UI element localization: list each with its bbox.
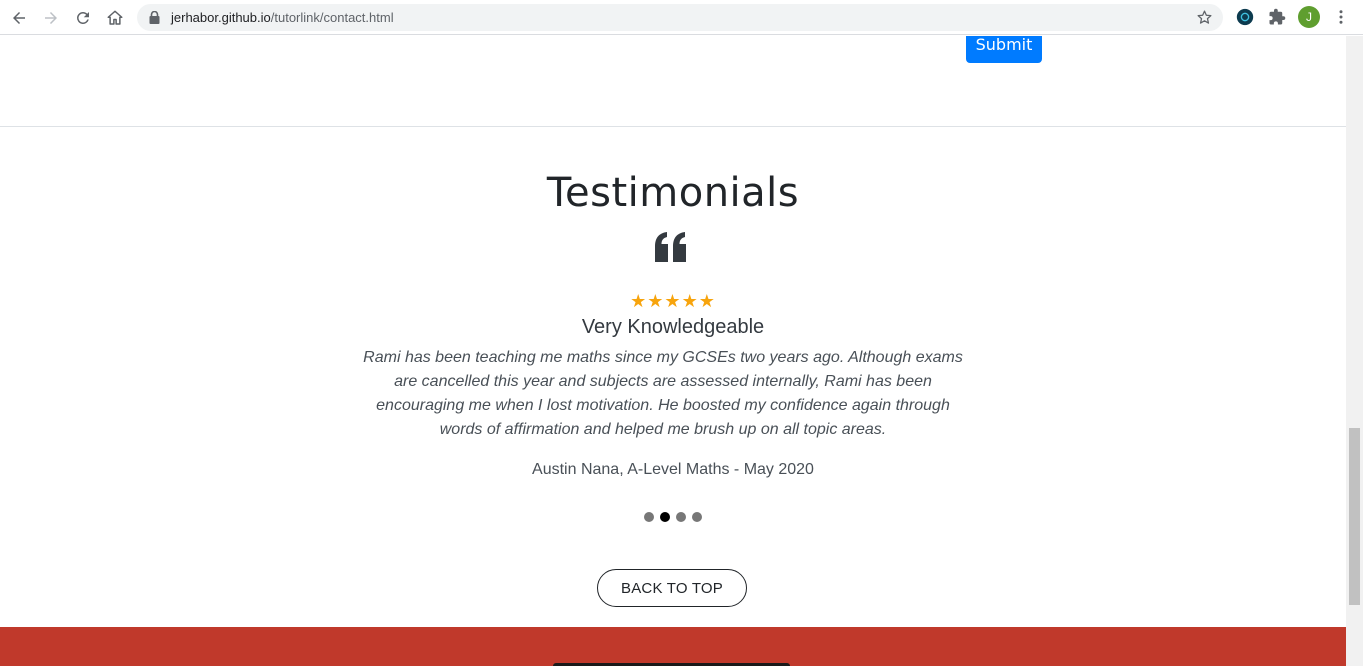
home-button[interactable]: [102, 5, 128, 31]
carousel-dot-4[interactable]: [692, 512, 702, 522]
extension-logo-icon: [1236, 8, 1254, 26]
lock-icon: [149, 11, 160, 24]
carousel-dot-2[interactable]: [660, 512, 670, 522]
address-bar[interactable]: jerhabor.github.io/tutorlink/contact.htm…: [137, 4, 1223, 31]
page-scrollbar[interactable]: [1346, 36, 1363, 666]
extensions-menu-button[interactable]: [1266, 6, 1288, 28]
back-to-top-button[interactable]: BACK TO TOP: [597, 569, 747, 607]
arrow-right-icon: [45, 12, 57, 24]
testimonial-title: Very Knowledgeable: [581, 316, 765, 338]
reload-button[interactable]: [70, 5, 96, 31]
footer: [0, 627, 1346, 666]
bookmark-star-icon[interactable]: [1196, 9, 1213, 26]
rating-stars: ★★★★★: [630, 291, 716, 311]
browser-toolbar: jerhabor.github.io/tutorlink/contact.htm…: [0, 0, 1363, 35]
arrow-left-icon: [13, 12, 25, 24]
puzzle-icon: [1269, 8, 1286, 25]
testimonial-text: Rami has been teaching me maths since my…: [363, 349, 963, 438]
carousel-dot-3[interactable]: [676, 512, 686, 522]
section-divider: [0, 126, 1346, 127]
page-viewport: Submit Testimonials ★★★★★ Very Knowledge…: [0, 36, 1346, 666]
reload-icon: [77, 12, 89, 24]
url-text: jerhabor.github.io/tutorlink/contact.htm…: [171, 10, 394, 25]
scrollbar-thumb[interactable]: [1349, 428, 1360, 605]
carousel-dot-1[interactable]: [644, 512, 654, 522]
browser-menu-button[interactable]: [1330, 6, 1352, 28]
url-path: /tutorlink/contact.html: [270, 10, 394, 25]
carousel-indicators: [0, 512, 1346, 522]
forward-button[interactable]: [38, 5, 64, 31]
testimonial-author: Austin Nana, A-Level Maths - May 2020: [532, 461, 814, 478]
url-domain: jerhabor.github.io: [171, 10, 271, 25]
home-icon: [107, 10, 123, 25]
testimonials-heading: Testimonials: [546, 170, 800, 216]
profile-avatar[interactable]: J: [1298, 6, 1320, 28]
quote-left-icon: [655, 232, 686, 262]
extension-button[interactable]: [1234, 6, 1256, 28]
submit-button[interactable]: Submit: [966, 36, 1042, 63]
more-vert-icon: [1339, 10, 1343, 24]
back-button[interactable]: [6, 5, 32, 31]
